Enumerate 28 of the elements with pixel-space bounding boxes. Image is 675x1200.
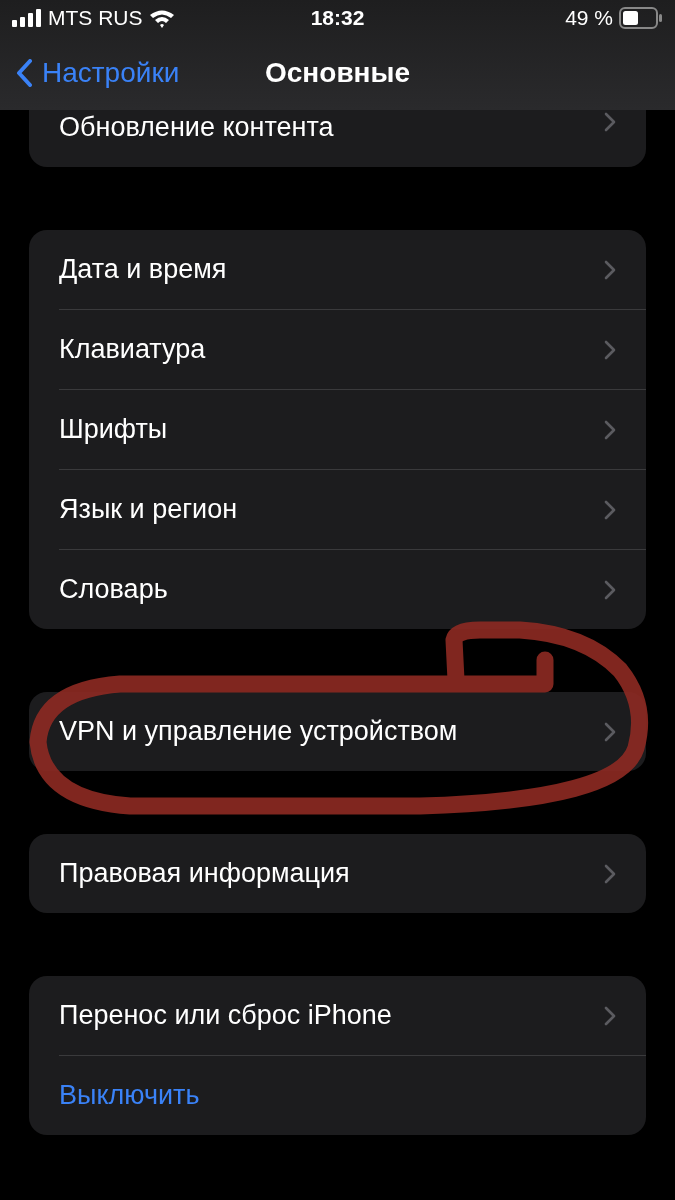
settings-item[interactable]: Клавиатура [29,310,646,389]
chevron-right-icon [604,112,616,132]
chevron-right-icon [604,863,616,884]
chevron-right-icon [604,499,616,520]
chevron-right-icon [604,1005,616,1026]
clock-time: 18:32 [310,6,365,30]
wifi-icon [148,8,175,28]
signal-icon [12,9,42,27]
battery-percentage: 49 % [565,6,613,30]
chevron-right-icon [604,419,616,440]
settings-item[interactable]: Дата и время [29,230,646,309]
settings-item[interactable]: Шрифты [29,390,646,469]
battery-icon [619,7,663,29]
settings-item[interactable]: Словарь [29,550,646,629]
settings-item[interactable]: Обновление контента [29,110,646,167]
chevron-right-icon [604,579,616,600]
settings-item[interactable]: Правовая информация [29,834,646,913]
page-title: Основные [265,57,410,89]
chevron-right-icon [604,339,616,360]
back-button[interactable]: Настройки [0,57,180,89]
chevron-left-icon [16,59,32,87]
settings-item[interactable]: Перенос или сброс iPhone [29,976,646,1055]
settings-item[interactable]: Язык и регион [29,470,646,549]
settings-action[interactable]: Выключить [29,1056,646,1135]
carrier-name: MTS RUS [48,6,143,30]
chevron-right-icon [604,259,616,280]
settings-item[interactable]: VPN и управление устройством [29,692,646,771]
chevron-right-icon [604,721,616,742]
